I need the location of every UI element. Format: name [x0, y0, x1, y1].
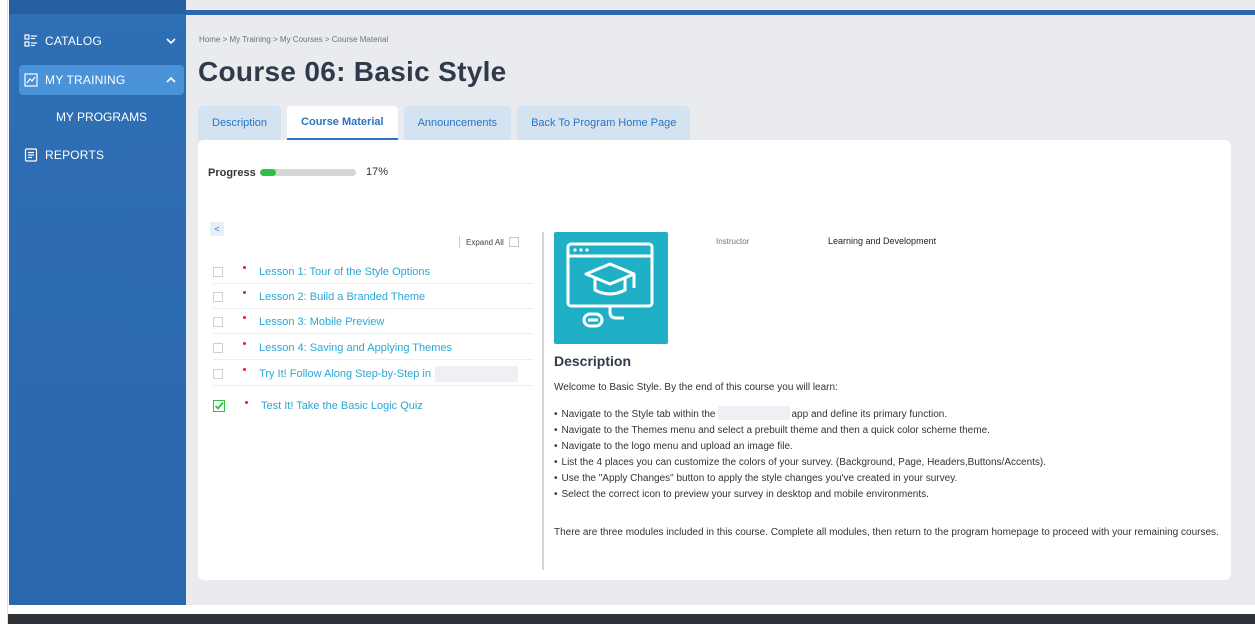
progress-percent: 17% [366, 166, 389, 178]
lesson-link[interactable]: Test It! Take the Basic Logic Quiz [261, 400, 423, 412]
required-dot-icon [243, 266, 246, 269]
objective-text: Use the "Apply Changes" button to apply … [561, 473, 958, 484]
description-outro: There are three modules included in this… [554, 527, 1219, 538]
required-dot-icon [243, 291, 246, 294]
catalog-icon [23, 33, 39, 49]
lesson-link[interactable]: Lesson 2: Build a Branded Theme [259, 291, 425, 303]
learning-objectives-list: Navigate to the Style tab within the app … [554, 406, 1214, 503]
chart-icon [23, 72, 39, 88]
progress-fill [260, 169, 277, 176]
lesson-link[interactable]: Lesson 4: Saving and Applying Themes [259, 342, 452, 354]
course-material-panel: Progress 17% < Expand All Lesson 1: Tour… [198, 140, 1231, 580]
chevron-up-icon [166, 73, 176, 87]
sidebar-item-label: MY TRAINING [45, 73, 126, 87]
sidebar-item-reports[interactable]: REPORTS [19, 140, 184, 170]
list-item: Use the "Apply Changes" button to apply … [554, 471, 1214, 487]
list-item[interactable]: Lesson 4: Saving and Applying Themes [213, 336, 533, 360]
tab-course-material[interactable]: Course Material [287, 106, 398, 140]
list-item[interactable]: Test It! Take the Basic Logic Quiz [213, 394, 533, 418]
footer-bar [8, 614, 1255, 624]
checked-checkbox-icon[interactable] [213, 400, 225, 412]
main-content: Home > My Training > My Courses > Course… [186, 0, 1255, 605]
sidebar-item-label: MY PROGRAMS [55, 110, 148, 124]
lesson-checkbox[interactable] [213, 342, 223, 353]
breadcrumb[interactable]: Home > My Training > My Courses > Course… [199, 35, 388, 44]
chevron-down-icon [166, 34, 176, 48]
lesson-checkbox[interactable] [213, 368, 223, 379]
description-heading: Description [554, 353, 632, 369]
lesson-checkbox[interactable] [213, 266, 223, 277]
objective-text: List the 4 places you can customize the … [561, 457, 1047, 468]
list-item[interactable]: Lesson 3: Mobile Preview [213, 310, 533, 334]
instructor-label: Instructor [716, 237, 750, 246]
required-dot-icon [243, 316, 246, 319]
list-item[interactable]: Lesson 1: Tour of the Style Options [213, 260, 533, 284]
lesson-link[interactable]: Lesson 3: Mobile Preview [259, 316, 384, 328]
instructor-name: Learning and Development [828, 236, 937, 246]
progress-bar [260, 169, 356, 176]
list-item: Select the correct icon to preview your … [554, 487, 1214, 503]
lesson-checkbox[interactable] [213, 291, 223, 302]
collapse-button[interactable]: < [210, 222, 224, 236]
expand-all-checkbox[interactable] [508, 237, 519, 247]
tab-back-to-program-home[interactable]: Back To Program Home Page [517, 106, 691, 140]
objective-text: Navigate to the logo menu and upload an … [561, 441, 793, 452]
description-intro: Welcome to Basic Style. By the end of th… [554, 382, 838, 393]
list-item: Navigate to the Style tab within the app … [554, 406, 1214, 423]
required-dot-icon [245, 400, 248, 404]
page-title: Course 06: Basic Style [198, 56, 507, 87]
tab-announcements[interactable]: Announcements [403, 106, 512, 140]
sidebar-header [9, 0, 186, 14]
top-accent-bar [186, 10, 1255, 15]
redacted-text [717, 406, 790, 420]
panel-divider [542, 232, 544, 570]
sidebar-item-label: REPORTS [45, 148, 105, 162]
sidebar-item-my-training[interactable]: MY TRAINING [19, 65, 184, 95]
expand-all-toggle[interactable]: Expand All [459, 236, 519, 248]
objective-text: Select the correct icon to preview your … [561, 489, 929, 500]
objective-text: Navigate to the Style tab within the [561, 409, 716, 420]
objective-text: Navigate to the Themes menu and select a… [561, 425, 990, 436]
redacted-text [435, 365, 518, 382]
window-edge [0, 0, 8, 624]
tab-description[interactable]: Description [198, 106, 282, 140]
list-item[interactable]: Lesson 2: Build a Branded Theme [213, 285, 533, 309]
sidebar-item-my-programs[interactable]: MY PROGRAMS [19, 104, 184, 130]
progress-label: Progress [208, 167, 256, 179]
lesson-link[interactable]: Lesson 1: Tour of the Style Options [259, 266, 430, 278]
list-item: Navigate to the logo menu and upload an … [554, 439, 1214, 455]
list-item[interactable]: Try It! Follow Along Step-by-Step in [213, 362, 533, 386]
sidebar-item-label: CATALOG [45, 34, 102, 48]
graduation-cap-icon [566, 242, 654, 328]
objective-text: app and define its primary function. [791, 409, 948, 420]
required-dot-icon [243, 342, 246, 345]
sidebar-item-catalog[interactable]: CATALOG [19, 26, 184, 56]
sidebar: CATALOG MY TRAINING MY PROGRAMS REPORTS [9, 0, 186, 605]
reports-icon [23, 147, 39, 163]
expand-all-label: Expand All [466, 237, 504, 247]
list-item: List the 4 places you can customize the … [554, 455, 1214, 471]
course-thumbnail [554, 232, 668, 344]
list-item: Navigate to the Themes menu and select a… [554, 423, 1214, 439]
tab-bar: Description Course Material Announcement… [198, 106, 696, 140]
lesson-link[interactable]: Try It! Follow Along Step-by-Step in [259, 368, 431, 380]
required-dot-icon [243, 368, 246, 371]
lesson-checkbox[interactable] [213, 316, 223, 327]
